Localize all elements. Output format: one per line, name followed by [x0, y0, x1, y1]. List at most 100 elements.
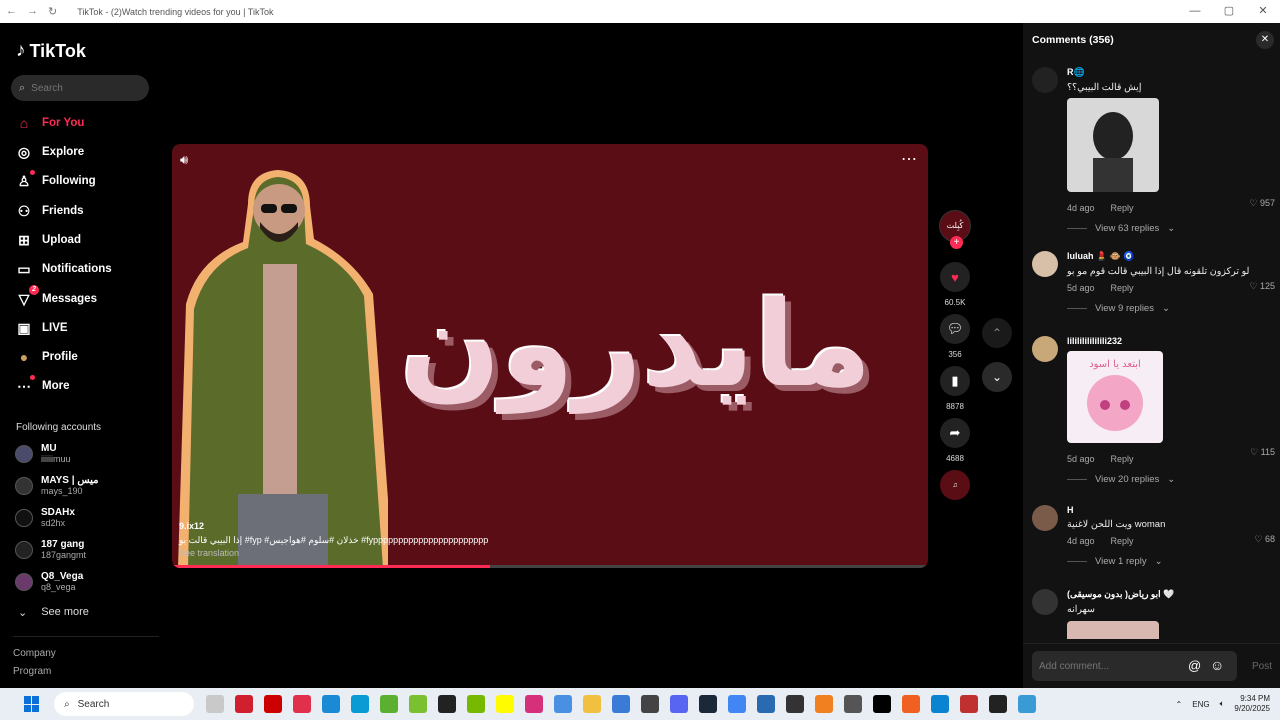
tray-chevron-icon[interactable]: ⌃ [1176, 700, 1183, 709]
nav-for-you[interactable]: ⌂ For You [16, 113, 85, 133]
following-account[interactable]: SDAHx sd2hx [15, 507, 75, 529]
add-comment-input[interactable] [1032, 651, 1237, 681]
minimize-button[interactable]: — [1178, 0, 1212, 23]
footer-link-company[interactable]: Company [13, 648, 56, 659]
app-icon[interactable] [206, 695, 224, 713]
avatar[interactable] [1032, 589, 1058, 615]
app-icon[interactable] [641, 695, 659, 713]
app-icon[interactable] [235, 695, 253, 713]
comment-user[interactable]: R🌐 [1067, 67, 1275, 78]
app-icon[interactable] [322, 695, 340, 713]
comment-likes[interactable]: ♡ 957 [1249, 198, 1275, 209]
following-account[interactable]: Q8_Vega q8_vega [15, 571, 83, 593]
nav-notifications[interactable]: ▭ Notifications [16, 259, 111, 279]
app-icon[interactable] [351, 695, 369, 713]
search-input[interactable] [31, 82, 132, 94]
more-options-icon[interactable]: ⋯ [901, 149, 918, 169]
app-icon[interactable] [728, 695, 746, 713]
app-icon[interactable] [1018, 695, 1036, 713]
nav-profile[interactable]: ● Profile [16, 347, 78, 367]
nav-live[interactable]: ▣ LIVE [16, 318, 67, 338]
comment-likes[interactable]: ♡ 115 [1250, 447, 1275, 458]
avatar[interactable] [1032, 336, 1058, 362]
app-icon[interactable] [554, 695, 572, 713]
app-icon[interactable] [409, 695, 427, 713]
forward-icon[interactable]: → [27, 5, 38, 18]
maximize-button[interactable]: ▢ [1212, 0, 1246, 23]
video-author[interactable]: 9.ix12 [179, 521, 488, 531]
app-icon[interactable] [293, 695, 311, 713]
reply-link[interactable]: Reply [1111, 454, 1134, 464]
video-hashtags[interactable]: إذا البيبي قالت بو #fyp #خذلان #سلوم #هو… [179, 535, 488, 546]
nav-upload[interactable]: ⊞ Upload [16, 230, 81, 250]
author-avatar[interactable]: كُبِلت + [939, 210, 971, 249]
comment-user[interactable]: luluah 💄 🐵 🧿 [1067, 251, 1275, 262]
app-icon[interactable] [467, 695, 485, 713]
prev-video-button[interactable]: ⌃ [982, 318, 1012, 348]
video-player[interactable]: مايدرون 🔊︎ ⋯ 9.ix12 إذا البيبي قالت بو #… [172, 144, 928, 568]
following-account[interactable]: 187 gang 187gangmt [15, 539, 86, 561]
back-icon[interactable]: ← [6, 5, 17, 18]
comment-image[interactable]: ابتعد يا اسود [1067, 351, 1163, 443]
app-icon[interactable] [496, 695, 514, 713]
app-icon[interactable] [960, 695, 978, 713]
language-indicator[interactable]: ENG [1192, 700, 1209, 709]
comment-image[interactable] [1067, 98, 1159, 192]
comment-user[interactable]: lililililililili232 [1067, 336, 1275, 346]
view-replies-button[interactable]: View 63 replies ⌄ [1067, 223, 1275, 234]
app-icon[interactable] [844, 695, 862, 713]
app-icon[interactable] [525, 695, 543, 713]
reply-link[interactable]: Reply [1111, 203, 1134, 213]
mention-icon[interactable]: @ [1188, 658, 1201, 673]
comment-user[interactable]: H [1067, 505, 1275, 515]
comment-user[interactable]: ابو رياض( بدون موسيقى) 🤍 [1067, 589, 1275, 600]
comment-likes[interactable]: ♡ 125 [1249, 281, 1275, 292]
app-icon[interactable] [873, 695, 891, 713]
app-icon[interactable] [989, 695, 1007, 713]
follow-plus-icon[interactable]: + [950, 236, 963, 249]
emoji-icon[interactable]: ☺ [1210, 657, 1224, 673]
app-icon[interactable] [438, 695, 456, 713]
avatar[interactable] [1032, 251, 1058, 277]
app-icon[interactable] [583, 695, 601, 713]
reply-link[interactable]: Reply [1111, 536, 1134, 546]
reload-icon[interactable]: ↻ [48, 5, 57, 18]
app-icon[interactable] [815, 695, 833, 713]
nav-more[interactable]: ⋯ More [16, 374, 69, 396]
app-icon[interactable] [670, 695, 688, 713]
post-button[interactable]: Post [1252, 661, 1272, 672]
following-account[interactable]: MU iiiiiimuu [15, 443, 71, 465]
following-account[interactable]: MAYS | ميس mays_190 [15, 475, 98, 497]
save-button[interactable]: ▮ 8878 [940, 366, 970, 411]
nav-friends[interactable]: ⚇ Friends [16, 201, 84, 221]
view-replies-button[interactable]: View 1 reply ⌄ [1067, 556, 1275, 567]
nav-messages[interactable]: ▽ 2 Messages [16, 284, 97, 309]
view-replies-button[interactable]: View 9 replies ⌄ [1067, 303, 1275, 314]
like-button[interactable]: ♥ 60.5K [940, 262, 970, 307]
view-replies-button[interactable]: View 20 replies ⌄ [1067, 474, 1275, 485]
close-comments-button[interactable]: ✕ [1256, 31, 1274, 49]
app-icon[interactable] [902, 695, 920, 713]
taskbar-search[interactable]: ⌕ Search [54, 692, 194, 716]
video-progress-bar[interactable] [172, 565, 928, 568]
app-icon[interactable] [612, 695, 630, 713]
sound-disc[interactable]: ♫ [940, 470, 970, 500]
reply-link[interactable]: Reply [1111, 283, 1134, 293]
avatar[interactable] [1032, 67, 1058, 93]
comment-image[interactable] [1067, 621, 1159, 639]
comment-likes[interactable]: ♡ 68 [1254, 534, 1275, 545]
nav-following[interactable]: ♙ Following [16, 169, 96, 191]
see-translation-link[interactable]: See translation [179, 548, 488, 558]
app-icon[interactable] [931, 695, 949, 713]
app-icon[interactable] [380, 695, 398, 713]
windows-start-icon[interactable] [24, 696, 40, 712]
see-more-button[interactable]: ⌄ See more [18, 606, 89, 619]
comment-button[interactable]: 💬︎ 356 [940, 314, 970, 359]
search-box[interactable]: ⌕ [11, 75, 149, 101]
volume-icon[interactable]: 🔈︎ [1220, 699, 1225, 709]
clock[interactable]: 9:34 PM 9/20/2025 [1234, 694, 1270, 714]
close-window-button[interactable]: ✕ [1246, 0, 1280, 23]
volume-icon[interactable]: 🔊︎ [180, 152, 188, 168]
nav-explore[interactable]: ◎ Explore [16, 142, 84, 162]
app-icon[interactable] [786, 695, 804, 713]
